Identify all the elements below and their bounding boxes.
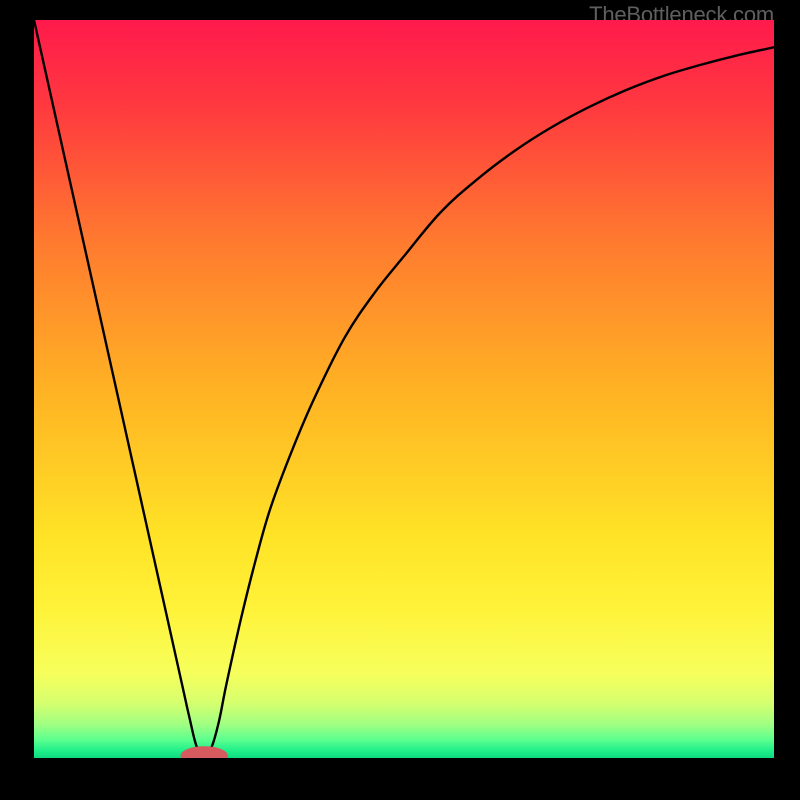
chart-svg bbox=[34, 20, 774, 758]
plot-area bbox=[34, 20, 774, 758]
chart-frame: TheBottleneck.com bbox=[0, 0, 800, 800]
gradient-background bbox=[34, 20, 774, 758]
